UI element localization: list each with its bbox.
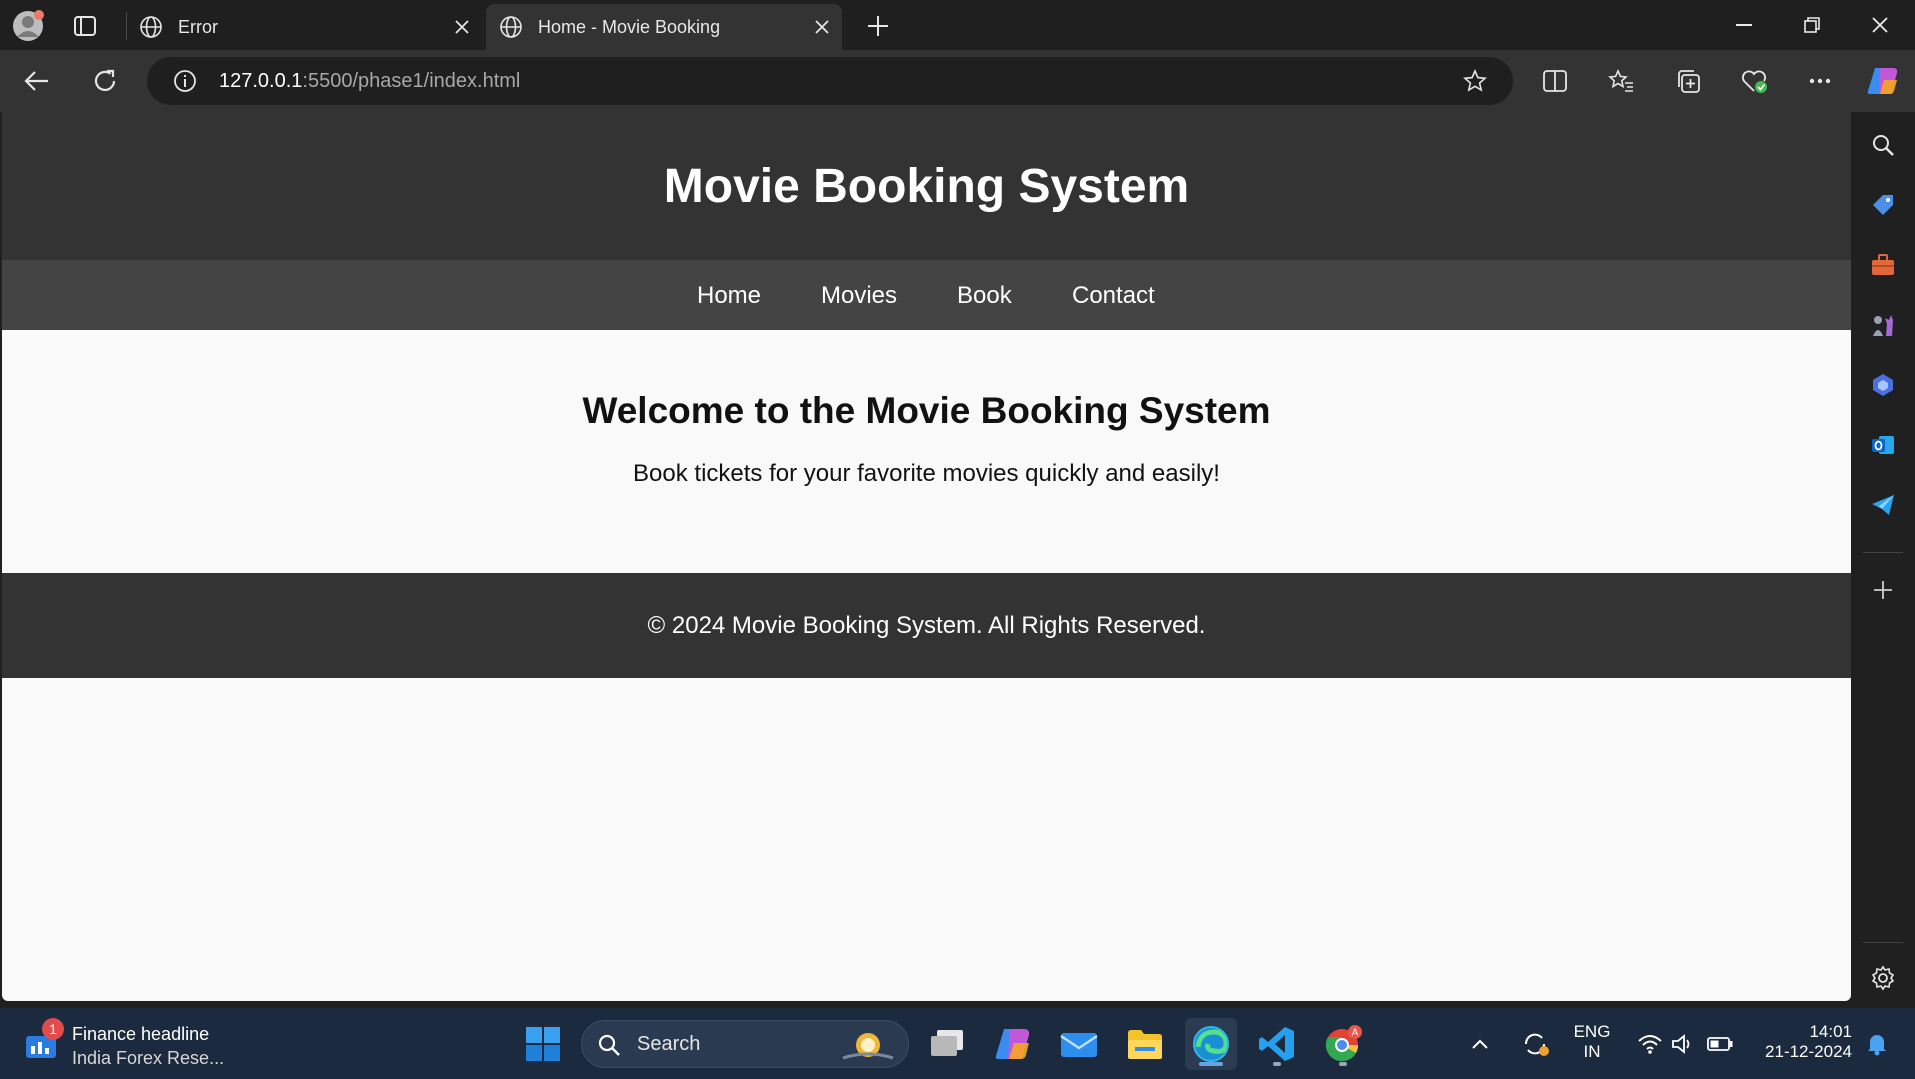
add-plus-icon[interactable] [1865, 572, 1901, 608]
notification-badge: 1 [42, 1018, 64, 1040]
site-title: Movie Booking System [663, 159, 1190, 213]
site-header: Movie Booking System [2, 112, 1851, 260]
nav-link-contact[interactable]: Contact [1072, 282, 1155, 310]
clock-time: 14:01 [1809, 1022, 1852, 1041]
battery-icon[interactable] [1700, 1018, 1740, 1070]
tab-error[interactable]: Error [126, 4, 482, 50]
clock-date: 21-12-2024 [1765, 1042, 1852, 1061]
shopping-tag-icon[interactable] [1865, 187, 1901, 223]
close-icon[interactable] [802, 7, 842, 47]
search-icon[interactable] [1865, 127, 1901, 163]
running-indicator [1339, 1062, 1347, 1066]
search-highlight-icon [838, 1023, 898, 1067]
site-footer: © 2024 Movie Booking System. All Rights … [2, 573, 1851, 678]
copilot-taskbar-icon[interactable] [987, 1018, 1039, 1070]
back-arrow-icon[interactable] [18, 63, 56, 99]
chrome-icon[interactable]: A [1317, 1018, 1369, 1070]
site-nav: Home Movies Book Contact [2, 260, 1851, 330]
search-icon [596, 1032, 622, 1058]
tab-actions-icon[interactable] [68, 10, 102, 42]
profile-avatar-icon[interactable] [10, 8, 46, 44]
tools-toolbox-icon[interactable] [1865, 247, 1901, 283]
vscode-icon[interactable] [1251, 1018, 1303, 1070]
favorites-icon[interactable] [1603, 63, 1639, 99]
page-viewport: Movie Booking System Home Movies Book Co… [2, 112, 1851, 1001]
games-chess-icon[interactable] [1865, 307, 1901, 343]
region-code: IN [1583, 1042, 1601, 1061]
globe-icon [138, 14, 164, 40]
task-view-icon[interactable] [921, 1018, 973, 1070]
window-close-icon[interactable] [1846, 0, 1914, 50]
browser-essentials-icon[interactable] [1737, 63, 1773, 99]
favorite-star-icon[interactable] [1461, 67, 1489, 95]
input-language[interactable]: ENG IN [1567, 1022, 1617, 1062]
news-widget[interactable]: 1 Finance headline India Forex Rese... [20, 1018, 250, 1070]
widget-subtitle: India Forex Rese... [72, 1048, 225, 1068]
globe-icon [498, 14, 524, 40]
start-windows-icon[interactable] [517, 1018, 569, 1070]
copilot-icon[interactable] [1863, 61, 1903, 101]
info-icon[interactable] [171, 67, 199, 95]
close-icon[interactable] [442, 7, 482, 47]
widget-title: Finance headline [72, 1024, 210, 1044]
refresh-icon[interactable] [86, 63, 124, 99]
copilot-app-icon[interactable] [1865, 367, 1901, 403]
notification-bell-icon[interactable] [1857, 1018, 1897, 1070]
running-indicator [1199, 1062, 1223, 1066]
url-host: 127.0.0.1 [219, 70, 303, 92]
footer-copyright: © 2024 Movie Booking System. All Rights … [647, 611, 1206, 639]
windows-taskbar: 1 Finance headline India Forex Rese... S… [0, 1008, 1915, 1079]
url-path: :5500/phase1/index.html [302, 70, 521, 92]
tab-title: Home - Movie Booking [538, 16, 721, 37]
restore-icon[interactable] [1778, 0, 1846, 50]
welcome-heading: Welcome to the Movie Booking System [582, 390, 1271, 431]
nav-link-movies[interactable]: Movies [821, 282, 897, 310]
chevron-up-icon[interactable] [1460, 1018, 1500, 1070]
welcome-tagline: Book tickets for your favorite movies qu… [633, 460, 1220, 487]
minimize-icon[interactable] [1710, 0, 1778, 50]
browser-toolbar: 127.0.0.1:5500/phase1/index.html [0, 50, 1915, 112]
search-label: Search [637, 1033, 701, 1055]
nav-link-home[interactable]: Home [697, 282, 761, 310]
nav-link-book[interactable]: Book [957, 282, 1012, 310]
settings-gear-icon[interactable] [1865, 960, 1901, 996]
split-screen-icon[interactable] [1537, 63, 1573, 99]
edge-browser-icon[interactable] [1185, 1018, 1237, 1070]
outlook-icon[interactable] [1865, 427, 1901, 463]
sidebar-divider [1863, 942, 1903, 943]
svg-text:A: A [1352, 1028, 1359, 1039]
file-explorer-icon[interactable] [1119, 1018, 1171, 1070]
address-bar[interactable]: 127.0.0.1:5500/phase1/index.html [147, 57, 1513, 105]
sidebar-divider [1863, 552, 1903, 553]
send-telegram-icon[interactable] [1865, 487, 1901, 523]
running-indicator [1273, 1062, 1281, 1066]
mail-icon[interactable] [1053, 1018, 1105, 1070]
language-code: ENG [1573, 1022, 1611, 1041]
tab-home-movie-booking[interactable]: Home - Movie Booking [486, 4, 842, 50]
tab-strip: Error Home - Movie Booking [0, 0, 1915, 50]
edge-sidebar [1851, 112, 1915, 1008]
volume-icon[interactable] [1663, 1018, 1703, 1070]
browser-window: Error Home - Movie Booking 127.0.0.1:550… [0, 0, 1915, 1008]
collections-icon[interactable] [1670, 63, 1706, 99]
taskbar-search[interactable]: Search [581, 1020, 909, 1068]
new-tab-plus-icon[interactable] [858, 8, 898, 44]
tab-title: Error [178, 16, 218, 37]
clock[interactable]: 14:01 21-12-2024 [1752, 1022, 1852, 1062]
more-options-icon[interactable] [1802, 63, 1838, 99]
url-text: 127.0.0.1:5500/phase1/index.html [219, 70, 520, 93]
sync-update-icon[interactable] [1514, 1018, 1558, 1070]
